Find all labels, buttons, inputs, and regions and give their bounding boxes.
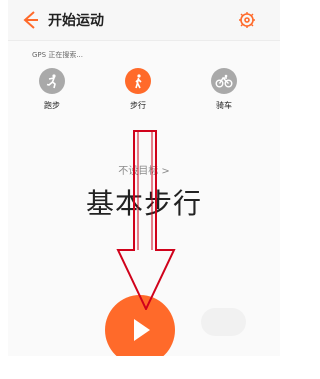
back-arrow-icon — [23, 11, 38, 29]
back-button[interactable] — [20, 9, 40, 31]
phone-screen: 开始运动 GPS 正在搜索... 跑步 步行 骑车 不设目标 > 基本步行 — [8, 0, 280, 356]
blurred-overlay — [201, 308, 246, 336]
mode-title: 基本步行 — [85, 187, 202, 220]
gear-icon — [239, 12, 255, 28]
mode-bike[interactable]: 骑车 — [194, 68, 254, 111]
mode-walking[interactable]: 步行 — [108, 68, 168, 111]
top-bar: 开始运动 — [8, 0, 280, 40]
start-button[interactable] — [105, 295, 175, 356]
mode-label: 步行 — [130, 101, 146, 110]
play-icon — [134, 319, 150, 341]
settings-button[interactable] — [238, 11, 256, 29]
goal-selector[interactable]: 不设目标 > — [8, 162, 280, 177]
walking-icon — [125, 68, 151, 94]
mode-label: 骑车 — [216, 101, 232, 110]
running-icon — [39, 68, 65, 94]
header-divider — [8, 40, 280, 41]
mode-running[interactable]: 跑步 — [22, 68, 82, 111]
gps-status: GPS 正在搜索... — [32, 51, 83, 59]
chevron-right-icon: > — [161, 166, 170, 177]
page-title: 开始运动 — [48, 13, 104, 29]
bike-icon — [211, 68, 237, 94]
mode-label: 跑步 — [44, 101, 60, 110]
goal-label: 不设目标 — [118, 166, 159, 177]
